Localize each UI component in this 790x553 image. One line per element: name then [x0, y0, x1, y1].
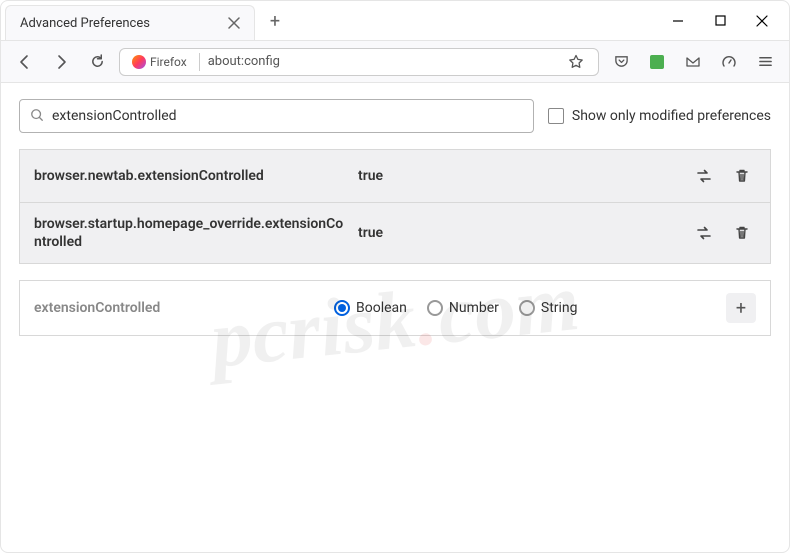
tab-title: Advanced Preferences — [20, 16, 218, 31]
radio-label: Number — [449, 300, 499, 316]
preference-row: browser.startup.homepage_override.extens… — [20, 203, 770, 263]
pocket-icon[interactable] — [607, 48, 635, 76]
radio-number[interactable]: Number — [427, 300, 499, 316]
add-preference-button[interactable]: + — [726, 293, 756, 323]
toggle-button[interactable] — [690, 162, 718, 190]
menu-button[interactable] — [751, 48, 779, 76]
preference-value: true — [358, 225, 676, 241]
window-controls — [651, 1, 789, 40]
radio-label: String — [541, 300, 578, 316]
close-tab-icon[interactable] — [226, 15, 242, 31]
preference-table: browser.newtab.extensionControlled true … — [19, 149, 771, 264]
extension-icon[interactable] — [643, 48, 671, 76]
speed-icon[interactable] — [715, 48, 743, 76]
firefox-label: Firefox — [150, 55, 187, 69]
browser-tab[interactable]: Advanced Preferences — [5, 5, 255, 40]
back-button[interactable] — [11, 48, 39, 76]
content-area: Show only modified preferences browser.n… — [1, 83, 789, 352]
preference-value: true — [358, 168, 676, 184]
preference-name: browser.newtab.extensionControlled — [34, 167, 344, 185]
radio-label: Boolean — [356, 300, 407, 316]
new-tab-button[interactable]: + — [261, 7, 289, 35]
checkbox-label: Show only modified preferences — [572, 108, 771, 124]
modified-only-checkbox[interactable]: Show only modified preferences — [548, 108, 771, 124]
search-row: Show only modified preferences — [19, 99, 771, 133]
search-input[interactable] — [52, 108, 523, 124]
urlbar-divider — [199, 53, 200, 71]
preference-row: browser.newtab.extensionControlled true — [20, 150, 770, 203]
toolbar: Firefox about:config — [1, 41, 789, 83]
reload-button[interactable] — [83, 48, 111, 76]
firefox-icon — [132, 55, 146, 69]
new-preference-row: extensionControlled Boolean Number Strin… — [19, 280, 771, 336]
delete-button[interactable] — [728, 219, 756, 247]
titlebar: Advanced Preferences + — [1, 1, 789, 41]
mail-icon[interactable] — [679, 48, 707, 76]
checkbox-icon — [548, 108, 564, 124]
radio-icon — [519, 300, 535, 316]
star-icon[interactable] — [562, 48, 590, 76]
radio-icon — [427, 300, 443, 316]
firefox-badge: Firefox — [128, 55, 191, 69]
close-window-button[interactable] — [755, 14, 769, 28]
delete-button[interactable] — [728, 162, 756, 190]
new-preference-name: extensionControlled — [34, 300, 314, 316]
url-text: about:config — [208, 54, 280, 69]
minimize-button[interactable] — [671, 14, 685, 28]
maximize-button[interactable] — [713, 14, 727, 28]
preference-name: browser.startup.homepage_override.extens… — [34, 215, 344, 251]
url-bar[interactable]: Firefox about:config — [119, 48, 599, 76]
search-icon — [30, 107, 44, 126]
radio-boolean[interactable]: Boolean — [334, 300, 407, 316]
search-box[interactable] — [19, 99, 534, 133]
forward-button[interactable] — [47, 48, 75, 76]
toggle-button[interactable] — [690, 219, 718, 247]
radio-icon — [334, 300, 350, 316]
radio-string[interactable]: String — [519, 300, 578, 316]
